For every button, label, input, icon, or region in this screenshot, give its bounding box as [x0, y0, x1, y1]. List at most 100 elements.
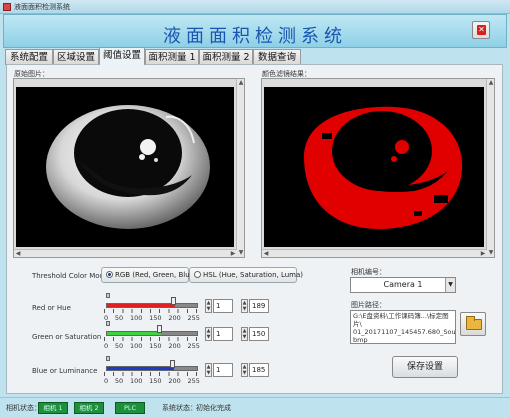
blue-min-spinner[interactable]: ▲ ▼: [205, 363, 212, 377]
surface-photo: [46, 105, 210, 229]
tick-label: 0: [104, 342, 109, 350]
tick-label: 255: [187, 342, 200, 350]
original-image-hscroll[interactable]: ◀ ▶: [14, 249, 237, 257]
blue-min-field[interactable]: 1: [213, 363, 233, 377]
filtered-image-hscroll[interactable]: ◀ ▶: [262, 249, 487, 257]
scroll-right-icon[interactable]: ▶: [479, 250, 487, 258]
app-icon: [3, 3, 11, 11]
window-titlebar: 液面面积检测系统: [0, 0, 510, 14]
close-icon: ✕: [477, 25, 486, 35]
tick-label: 150: [149, 314, 162, 322]
threshold-mode-label: Threshold Color Mode: [32, 272, 109, 280]
tick-label: 150: [149, 377, 162, 385]
window-title: 液面面积检测系统: [14, 3, 70, 11]
original-image: [16, 87, 234, 247]
scroll-right-icon[interactable]: ▶: [229, 250, 237, 258]
tick-label: 200: [168, 314, 181, 322]
tick-label: 50: [114, 314, 124, 322]
slider-max-handle[interactable]: [169, 360, 175, 368]
green-min-field[interactable]: 1: [213, 327, 233, 341]
blue-max-spinner[interactable]: ▲ ▼: [241, 363, 248, 377]
camera2-status-indicator: 相机 2: [74, 402, 104, 414]
tick-label: 150: [149, 342, 162, 350]
camera-number-label: 相机编号：: [351, 268, 386, 276]
slider-track[interactable]: [106, 303, 198, 308]
slider-green[interactable]: 0 50 100 150 200 255: [104, 321, 200, 351]
slider-scale: 0 50 100 150 200 255: [104, 342, 200, 350]
channel-label-red: Red or Hue: [32, 304, 71, 312]
slider-scale: 0 50 100 150 200 255: [104, 314, 200, 322]
tick-label: 0: [104, 377, 109, 385]
radio-selected-icon: [106, 271, 113, 278]
tick-label: 100: [129, 314, 143, 322]
scroll-down-icon[interactable]: ▼: [487, 249, 495, 257]
channel-label-green: Green or Saturation: [32, 333, 102, 341]
green-min-spinner[interactable]: ▲ ▼: [205, 327, 212, 341]
filtered-image: [264, 87, 484, 247]
save-settings-button[interactable]: 保存设置: [392, 356, 458, 378]
camera-status-label: 相机状态：: [6, 404, 41, 412]
tab-area-measure-2[interactable]: 面积测量 2: [199, 49, 253, 65]
tab-area-measure-1[interactable]: 面积测量 1: [145, 49, 199, 65]
tab-strip: 系统配置 区域设置 阈值设置 面积测量 1 面积测量 2 数据查询: [3, 47, 507, 65]
system-status-value: 初始化完成: [196, 404, 231, 412]
slider-ticks: [104, 309, 200, 313]
tick-label: 200: [168, 342, 181, 350]
status-bar: 相机状态： 相机 1 相机 2 PLC 系统状态： 初始化完成: [0, 397, 510, 418]
scroll-left-icon[interactable]: ◀: [262, 250, 270, 258]
blue-max-field[interactable]: 185: [249, 363, 269, 377]
scroll-up-icon[interactable]: ▲: [487, 79, 495, 87]
tick-label: 100: [129, 377, 143, 385]
tab-data-query[interactable]: 数据查询: [253, 49, 301, 65]
scroll-left-icon[interactable]: ◀: [14, 250, 22, 258]
slider-min-handle[interactable]: [106, 321, 110, 326]
radio-unselected-icon: [194, 271, 201, 278]
slider-track[interactable]: [106, 366, 198, 371]
mode-rgb-label: RGB (Red, Green, Blue): [115, 271, 197, 279]
red-max-spinner[interactable]: ▲ ▼: [241, 299, 248, 313]
header-banner: 液面面积检测系统 ✕: [3, 14, 507, 48]
dropdown-arrow-icon[interactable]: ▼: [445, 278, 455, 292]
slider-ticks: [104, 372, 200, 376]
image-path-label: 图片路径：: [351, 301, 386, 309]
mode-rgb-radio[interactable]: RGB (Red, Green, Blue): [101, 267, 197, 283]
tick-label: 255: [187, 314, 200, 322]
tab-region-settings[interactable]: 区域设置: [53, 49, 99, 65]
tab-system-config[interactable]: 系统配置: [5, 49, 53, 65]
slider-max-handle[interactable]: [171, 297, 177, 305]
filtered-image-vscroll[interactable]: ▲ ▼: [486, 79, 494, 257]
slider-track[interactable]: [106, 331, 198, 336]
app-title: 液面面积检测系统: [163, 26, 347, 47]
slider-ticks: [104, 337, 200, 341]
mode-hsl-radio[interactable]: HSL (Hue, Saturation, Luma): [189, 267, 303, 283]
browse-folder-button[interactable]: [460, 312, 486, 336]
red-max-field[interactable]: 189: [249, 299, 269, 313]
channel-label-blue: Blue or Luminance: [32, 367, 98, 375]
green-max-spinner[interactable]: ▲ ▼: [241, 327, 248, 341]
slider-min-handle[interactable]: [106, 356, 110, 361]
slider-red[interactable]: 0 50 100 150 200 255: [104, 293, 200, 323]
plc-status-indicator: PLC: [115, 402, 145, 414]
red-min-field[interactable]: 1: [213, 299, 233, 313]
tick-label: 200: [168, 377, 181, 385]
filtered-image-display: ▲ ▼ ◀ ▶: [261, 78, 495, 258]
slider-fill: [107, 332, 162, 335]
slider-blue[interactable]: 0 50 100 150 200 255: [104, 356, 200, 386]
tick-label: 255: [187, 377, 200, 385]
tab-threshold-settings[interactable]: 阈值设置: [99, 47, 145, 65]
slider-min-handle[interactable]: [106, 293, 110, 298]
close-button[interactable]: ✕: [472, 21, 490, 39]
tick-label: 100: [129, 342, 143, 350]
scroll-down-icon[interactable]: ▼: [237, 249, 245, 257]
red-min-spinner[interactable]: ▲ ▼: [205, 299, 212, 313]
image-path-field[interactable]: G:\E盘资料\工作课码簿...\标定图片\ 01_20171107_14545…: [350, 310, 456, 344]
tick-label: 50: [114, 342, 124, 350]
camera1-status-indicator: 相机 1: [38, 402, 68, 414]
slider-fill: [107, 367, 174, 370]
original-image-vscroll[interactable]: ▲ ▼: [236, 79, 244, 257]
scroll-up-icon[interactable]: ▲: [237, 79, 245, 87]
camera-select[interactable]: Camera 1: [350, 277, 456, 293]
slider-max-handle[interactable]: [157, 325, 163, 333]
tick-label: 50: [114, 377, 124, 385]
green-max-field[interactable]: 150: [249, 327, 269, 341]
